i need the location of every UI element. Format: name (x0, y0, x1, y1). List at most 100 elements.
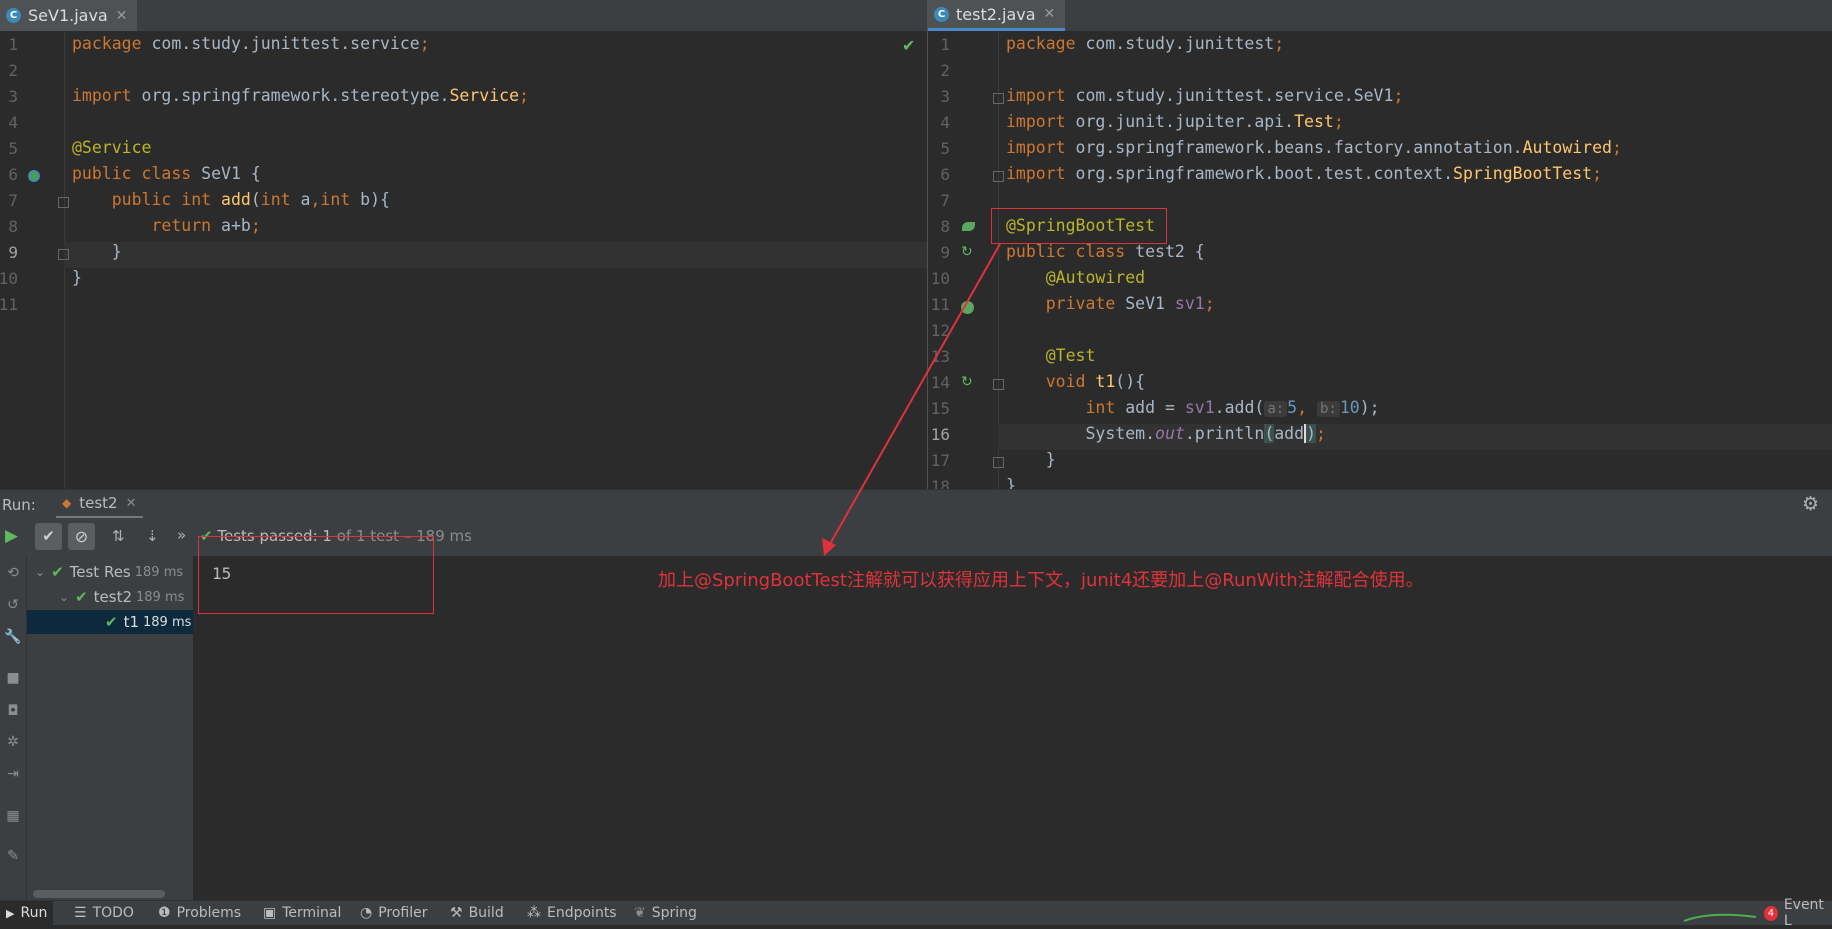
line-number: 7 (8, 191, 18, 210)
code-line: package com.study.junittest.service; (72, 34, 430, 53)
tab-sev1-java[interactable]: C SeV1.java ✕ (0, 0, 138, 31)
left-editor[interactable]: 1 2 3 4 5 6 7 8 9 10 11 ✔ package com.st… (0, 31, 927, 489)
terminal-icon: ▣ (263, 905, 277, 921)
sort-duration-icon[interactable]: ⇣ (146, 527, 159, 545)
code-line: public class SeV1 { (72, 164, 261, 183)
line-number: 4 (940, 113, 950, 132)
fold-icon[interactable] (993, 171, 1004, 182)
spring-leaf-icon: ❦ (634, 905, 646, 921)
line-number: 10 (0, 269, 18, 288)
info-icon: ❶ (158, 905, 171, 921)
bean-icon[interactable] (28, 170, 40, 182)
show-passed-toggle[interactable]: ✔ (35, 523, 62, 550)
chevron-down-icon[interactable]: ⌄ (59, 590, 69, 604)
line-number: 9 (940, 243, 950, 262)
line-number: 6 (8, 165, 18, 184)
run-test-icon[interactable]: ↻ (961, 244, 973, 260)
code-line: import org.springframework.boot.test.con… (1006, 164, 1603, 183)
code-line: System.out.println(add); (1006, 424, 1326, 443)
tool-profiler[interactable]: ◔ Profiler (360, 901, 428, 925)
line-number: 8 (8, 217, 18, 236)
output-highlight-box (198, 536, 434, 614)
run-panel-header: Run: ◆ test2 ✕ ⚙ (0, 489, 1832, 519)
code-line: private SeV1 sv1; (1006, 294, 1215, 313)
close-icon[interactable]: ✕ (116, 8, 128, 24)
tab-test2-java[interactable]: C test2.java ✕ (928, 0, 1066, 31)
code-line: package com.study.junittest; (1006, 34, 1285, 53)
hammer-icon: ⚒ (450, 905, 463, 921)
toggle-auto-test-icon[interactable]: ↺ (4, 596, 22, 614)
play-icon: ▶ (6, 906, 15, 920)
tool-run[interactable]: ▶ Run (0, 901, 54, 925)
event-count-badge: 4 (1764, 905, 1778, 921)
line-number: 4 (8, 113, 18, 132)
line-number: 5 (940, 139, 950, 158)
code-line: @Service (72, 138, 152, 157)
annotation-highlight-box (991, 208, 1167, 244)
code-line: int add = sv1.add(a: 5, b: 10); (1006, 398, 1380, 417)
line-number: 5 (8, 139, 18, 158)
line-number: 2 (940, 61, 950, 80)
gear-icon[interactable]: ⚙ (1802, 493, 1819, 515)
layout-icon[interactable]: ▦ (4, 807, 22, 825)
tree-row-t1-selected[interactable]: ✔ t1 189 ms (27, 610, 193, 634)
fold-icon[interactable] (58, 249, 69, 260)
right-editor[interactable]: 1 2 3 4 5 6 7 8 9 10 11 12 13 14 15 16 1… (928, 31, 1832, 489)
line-number: 9 (8, 243, 18, 262)
run-label: Run: (2, 496, 36, 514)
fold-icon[interactable] (993, 93, 1004, 104)
progress-swoosh (1683, 913, 1757, 922)
fold-icon[interactable] (993, 379, 1004, 390)
code-line: import org.springframework.stereotype.Se… (72, 86, 529, 105)
class-file-icon: C (6, 8, 21, 23)
tool-spring[interactable]: ❦ Spring (634, 901, 697, 925)
code-line: return a+b; (72, 216, 261, 235)
tree-horizontal-scrollbar[interactable] (33, 890, 165, 898)
line-number: 11 (930, 295, 950, 314)
pin-icon[interactable]: ✎ (4, 847, 22, 865)
line-number: 8 (940, 217, 950, 236)
stop-icon[interactable]: ■ (4, 669, 22, 687)
current-line-highlight (64, 242, 927, 268)
tree-row-test-results[interactable]: ⌄ ✔ Test Res 189 ms (35, 560, 183, 584)
code-line: } (1006, 476, 1016, 489)
tree-row-test2[interactable]: ⌄ ✔ test2 189 ms (59, 585, 184, 609)
console-output[interactable]: 15 加上@SpringBootTest注解就可以获得应用上下文，junit4还… (194, 536, 1832, 900)
fold-icon[interactable] (993, 457, 1004, 468)
camera-icon[interactable]: ◘ (4, 702, 22, 720)
line-number: 14 (930, 373, 950, 392)
line-number: 1 (940, 35, 950, 54)
list-icon: ☰ (74, 905, 87, 921)
show-ignored-toggle[interactable]: ⊘ (68, 523, 95, 550)
tool-build[interactable]: ⚒ Build (450, 901, 504, 925)
parameter-hint: b: (1316, 401, 1340, 417)
run-test-icon[interactable]: ↻ (961, 374, 973, 390)
run-config-name: test2 (79, 494, 118, 512)
tool-problems[interactable]: ❶ Problems (158, 901, 241, 925)
event-log[interactable]: 4 Event L (1764, 897, 1832, 929)
tool-terminal[interactable]: ▣ Terminal (263, 901, 341, 925)
more-icon[interactable]: » (177, 526, 186, 544)
export-icon[interactable]: ⇥ (4, 765, 22, 783)
tool-endpoints[interactable]: ⁂ Endpoints (527, 901, 617, 925)
close-icon[interactable]: ✕ (1044, 6, 1056, 22)
fold-icon[interactable] (58, 197, 69, 208)
line-number: 13 (930, 347, 950, 366)
chevron-down-icon[interactable]: ⌄ (35, 565, 45, 579)
settings-icon[interactable]: ✲ (4, 733, 22, 751)
run-config-tab[interactable]: ◆ test2 ✕ (56, 490, 143, 519)
junit-icon: ◆ (62, 496, 72, 510)
autowired-bean-icon[interactable] (961, 301, 974, 314)
line-number: 1 (8, 35, 18, 54)
rerun-failed-icon[interactable]: ⟲ (4, 564, 22, 582)
left-tab-bar: C SeV1.java ✕ (0, 0, 927, 32)
tab-label: SeV1.java (28, 6, 108, 25)
profiler-icon: ◔ (360, 905, 373, 921)
passed-check-icon: ✔ (105, 613, 118, 631)
sort-alpha-icon[interactable]: ⇅ (112, 527, 125, 545)
rerun-icon[interactable]: ▶ (5, 526, 18, 546)
code-line: } (72, 268, 82, 287)
wrench-icon[interactable]: 🔧 (4, 628, 22, 646)
close-icon[interactable]: ✕ (126, 496, 137, 511)
tool-todo[interactable]: ☰ TODO (74, 901, 134, 925)
